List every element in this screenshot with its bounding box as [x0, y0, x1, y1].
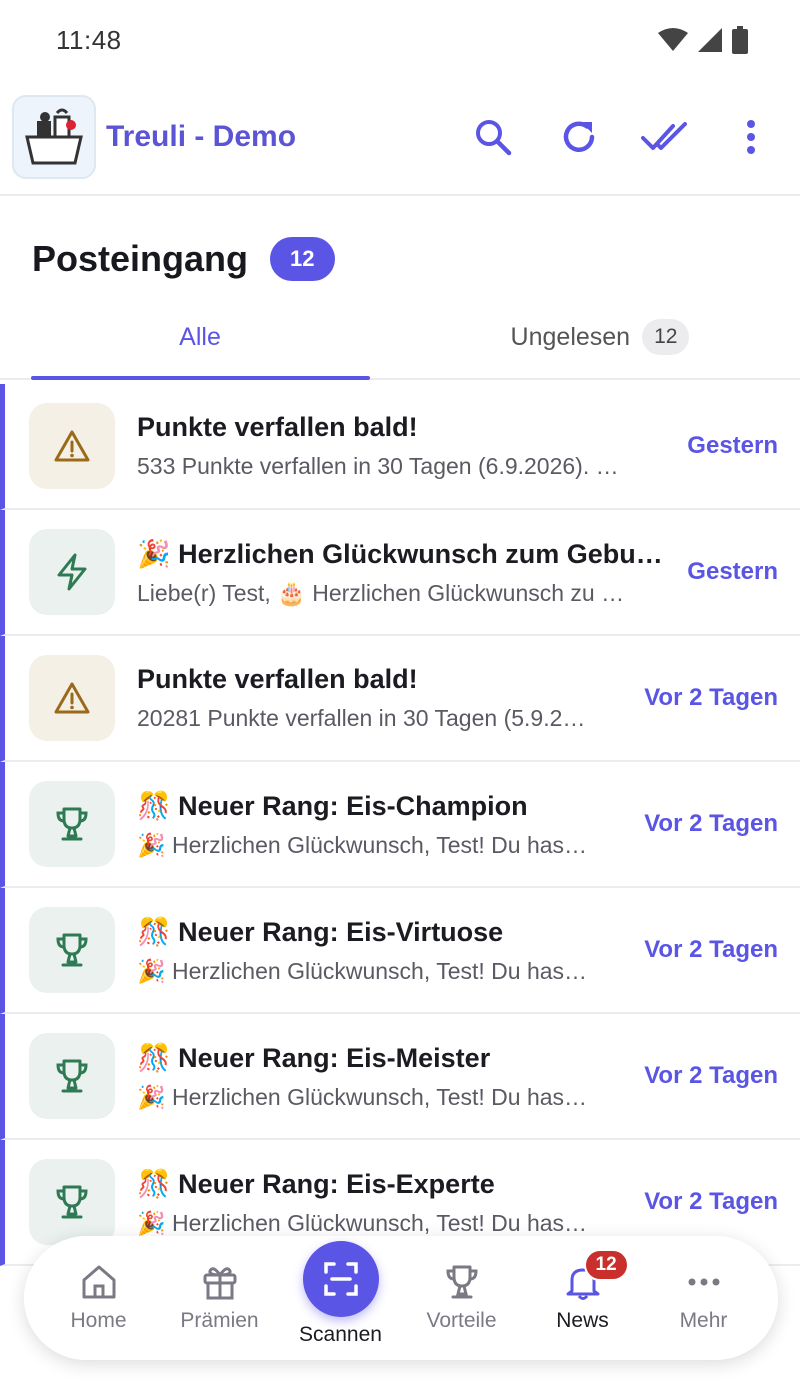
message-time: Vor 2 Tagen: [644, 1188, 778, 1215]
message-preview: 🎉 Herzlichen Glückwunsch, Test! Du has…: [137, 831, 588, 858]
message-icon-container: [29, 1033, 115, 1119]
message-body: 🎊 Neuer Rang: Eis-Virtuose 🎉 Herzlichen …: [137, 916, 626, 985]
message-preview: 🎉 Herzlichen Glückwunsch, Test! Du has…: [137, 1209, 588, 1236]
message-preview: 🎉 Herzlichen Glückwunsch, Test! Du has…: [137, 957, 588, 984]
nav-news-label: News: [556, 1309, 609, 1332]
status-icons: [658, 26, 748, 54]
message-body: 🎊 Neuer Rang: Eis-Meister 🎉 Herzlichen G…: [137, 1042, 626, 1111]
message-preview: 20281 Punkte verfallen in 30 Tagen (5.9.…: [137, 705, 586, 731]
message-item[interactable]: 🎊 Neuer Rang: Eis-Meister 🎉 Herzlichen G…: [0, 1014, 800, 1140]
nav-scan[interactable]: Scannen: [286, 1241, 396, 1347]
message-icon-container: [29, 1159, 115, 1245]
more-horiz-icon: [688, 1278, 719, 1286]
trophy-icon: [445, 1265, 478, 1299]
message-title: 🎊 Neuer Rang: Eis-Experte: [137, 1168, 495, 1199]
message-body: Punkte verfallen bald! 533 Punkte verfal…: [137, 412, 669, 480]
inbox-tabs: Alle Ungelesen 12: [0, 296, 800, 380]
message-item[interactable]: 🎊 Neuer Rang: Eis-Champion 🎉 Herzlichen …: [0, 762, 800, 888]
nav-home[interactable]: Home: [44, 1263, 154, 1333]
tab-unread[interactable]: Ungelesen 12: [400, 296, 800, 378]
trophy-icon: [56, 1059, 88, 1093]
message-icon-container: [29, 907, 115, 993]
app-logo: [12, 95, 96, 179]
message-time: Gestern: [687, 432, 778, 459]
message-body: Punkte verfallen bald! 20281 Punkte verf…: [137, 664, 626, 732]
app-title: Treuli - Demo: [106, 120, 297, 153]
message-title: 🎉 Herzlichen Glückwunsch zum Gebu…: [137, 538, 663, 569]
inbox-count-badge: 12: [270, 237, 335, 281]
gift-icon: [203, 1267, 236, 1300]
nav-news[interactable]: 12 News: [528, 1249, 638, 1357]
trophy-icon: [56, 933, 88, 967]
nav-benefits-label: Vorteile: [426, 1309, 497, 1332]
bottom-navigation: Home Prämien Scannen Vorteile 12 News Me…: [24, 1236, 778, 1360]
nav-home-label: Home: [70, 1309, 127, 1332]
trophy-icon: [56, 1185, 88, 1219]
tab-unread-count: 12: [642, 319, 690, 355]
message-body: 🎉 Herzlichen Glückwunsch zum Gebu… Liebe…: [137, 538, 669, 607]
tab-all-label: Alle: [179, 322, 221, 351]
refresh-icon: [563, 121, 595, 152]
tab-unread-label: Ungelesen: [510, 322, 631, 351]
message-title: 🎊 Neuer Rang: Eis-Champion: [137, 790, 528, 821]
message-time: Vor 2 Tagen: [644, 810, 778, 837]
tab-indicator: [31, 376, 370, 380]
message-preview: 🎉 Herzlichen Glückwunsch, Test! Du has…: [137, 1083, 588, 1110]
app-bar-actions: [468, 112, 776, 162]
nav-rewards-label: Prämien: [180, 1309, 259, 1332]
lightning-icon: [57, 553, 87, 591]
search-button[interactable]: [468, 112, 518, 162]
message-body: 🎊 Neuer Rang: Eis-Champion 🎉 Herzlichen …: [137, 790, 626, 859]
scan-button[interactable]: [302, 1241, 379, 1317]
news-badge: 12: [583, 1249, 629, 1281]
message-time: Vor 2 Tagen: [644, 1062, 778, 1089]
message-title: 🎊 Neuer Rang: Eis-Virtuose: [137, 916, 504, 947]
message-time: Gestern: [687, 558, 778, 585]
message-body: 🎊 Neuer Rang: Eis-Experte 🎉 Herzlichen G…: [137, 1168, 626, 1237]
more-vert-icon: [747, 120, 755, 154]
message-item[interactable]: Punkte verfallen bald! 533 Punkte verfal…: [0, 384, 800, 510]
page-title: Posteingang: [32, 238, 249, 279]
message-item[interactable]: 🎉 Herzlichen Glückwunsch zum Gebu… Liebe…: [0, 510, 800, 636]
nav-more[interactable]: Mehr: [649, 1263, 759, 1333]
warning-icon: [54, 430, 90, 462]
message-title: Punkte verfallen bald!: [137, 664, 418, 694]
message-time: Vor 2 Tagen: [644, 684, 778, 711]
message-icon-container: [29, 655, 115, 741]
tab-all[interactable]: Alle: [0, 296, 400, 378]
gift-basket-icon: [25, 108, 83, 165]
status-time: 11:48: [56, 24, 122, 55]
home-icon: [82, 1265, 115, 1299]
app-bar: Treuli - Demo: [0, 80, 800, 196]
message-time: Vor 2 Tagen: [644, 936, 778, 963]
signal-icon: [698, 28, 722, 52]
inbox-heading: Posteingang 12: [0, 196, 800, 296]
message-title: Punkte verfallen bald!: [137, 412, 418, 442]
message-icon-container: [29, 781, 115, 867]
message-icon-container: [29, 529, 115, 615]
trophy-icon: [56, 807, 88, 841]
refresh-button[interactable]: [554, 112, 604, 162]
message-title: 🎊 Neuer Rang: Eis-Meister: [137, 1042, 491, 1073]
nav-rewards[interactable]: Prämien: [165, 1263, 275, 1333]
mark-all-read-button[interactable]: [640, 112, 690, 162]
message-icon-container: [29, 403, 115, 489]
status-bar: 11:48: [0, 0, 800, 80]
more-options-button[interactable]: [726, 112, 776, 162]
nav-scan-label: Scannen: [299, 1323, 382, 1346]
message-item[interactable]: Punkte verfallen bald! 20281 Punkte verf…: [0, 636, 800, 762]
message-item[interactable]: 🎊 Neuer Rang: Eis-Virtuose 🎉 Herzlichen …: [0, 888, 800, 1014]
battery-icon: [732, 26, 748, 54]
mark-all-read-icon: [641, 122, 687, 150]
nav-benefits[interactable]: Vorteile: [407, 1263, 517, 1333]
scan-icon: [323, 1262, 358, 1296]
search-icon: [476, 120, 512, 156]
message-list: Punkte verfallen bald! 533 Punkte verfal…: [0, 384, 800, 1266]
nav-more-label: Mehr: [679, 1309, 728, 1332]
message-preview: Liebe(r) Test, 🎂 Herzlichen Glückwunsch …: [137, 579, 625, 606]
message-preview: 533 Punkte verfallen in 30 Tagen (6.9.20…: [137, 453, 619, 479]
warning-icon: [54, 682, 90, 714]
wifi-icon: [658, 28, 688, 51]
